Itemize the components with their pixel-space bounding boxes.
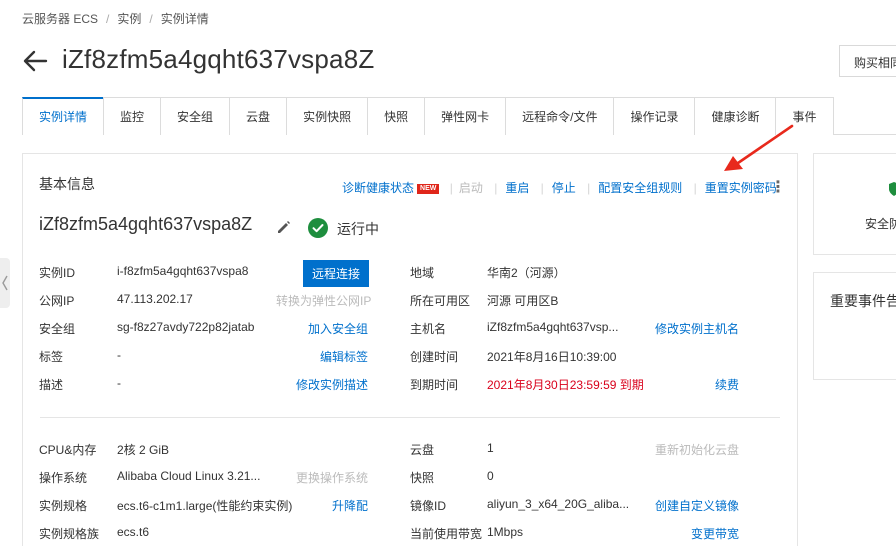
bandwidth-value: 1Mbps: [487, 525, 524, 539]
snapshot-value: 0: [487, 469, 494, 483]
action-separator: |: [587, 181, 591, 195]
tags-label: 标签: [39, 350, 64, 364]
renew-link[interactable]: 续费: [715, 376, 739, 393]
public-ip-value: 47.113.202.17: [117, 292, 193, 306]
breadcrumb: 云服务器 ECS / 实例 / 实例详情: [22, 10, 209, 27]
spec-family-label: 实例规格族: [39, 527, 100, 541]
tab-instance-snapshots[interactable]: 实例快照: [286, 97, 369, 135]
diagnose-health-link[interactable]: 诊断健康状态: [342, 181, 414, 195]
hostname-label: 主机名: [410, 322, 447, 336]
action-separator: |: [540, 181, 544, 195]
reinit-disk-link: 重新初始化云盘: [655, 443, 740, 457]
breadcrumb-separator: /: [106, 12, 110, 26]
back-arrow-icon[interactable]: [22, 48, 48, 74]
tab-monitoring[interactable]: 监控: [103, 97, 162, 135]
public-ip-label: 公网IP: [39, 294, 75, 308]
remote-connect-button[interactable]: 远程连接: [303, 260, 370, 287]
upgrade-downgrade-link[interactable]: 升降配: [332, 497, 368, 514]
reset-password-link[interactable]: 重置实例密码: [705, 181, 777, 195]
tab-eni[interactable]: 弹性网卡: [424, 97, 507, 135]
new-badge: NEW: [417, 184, 440, 194]
page-title: iZf8zfm5a4gqht637vspa8Z: [62, 44, 375, 74]
region-value: 华南2（河源）: [487, 266, 566, 280]
region-label: 地域: [410, 266, 435, 280]
zone-label: 所在可用区: [410, 294, 471, 308]
instance-id-label: 实例ID: [39, 266, 76, 280]
create-image-link[interactable]: 创建自定义镜像: [655, 497, 739, 514]
hostname-value: iZf8zfm5a4gqht637vsp...: [487, 320, 619, 334]
join-security-group-link[interactable]: 加入安全组: [308, 320, 368, 337]
image-id-label: 镜像ID: [410, 499, 447, 513]
edit-hostname-link[interactable]: 修改实例主机名: [655, 320, 739, 337]
tab-instance-details[interactable]: 实例详情: [22, 97, 105, 135]
action-bar: 诊断健康状态 NEW | 启动 | 重启 | 停止 | 配置安全组规则 | 重置实例密码: [342, 179, 777, 196]
stop-link[interactable]: 停止: [552, 181, 576, 195]
instance-spec-label: 实例规格: [39, 499, 88, 513]
description-label: 描述: [39, 378, 64, 392]
chevron-left-icon: [2, 275, 8, 291]
cpu-memory-value: 2核 2 GiB: [117, 443, 170, 457]
tab-security-groups[interactable]: 安全组: [160, 97, 231, 135]
action-separator: |: [494, 181, 498, 195]
status-text: 运行中: [337, 221, 379, 237]
instance-spec-value: ecs.t6-c1m1.large(性能约束实例): [117, 499, 293, 513]
edit-pencil-icon[interactable]: [276, 219, 292, 235]
instance-name: iZf8zfm5a4gqht637vspa8Z: [39, 214, 253, 234]
buy-same-button[interactable]: 购买相同: [839, 45, 896, 77]
zone-value: 河源 可用区B: [487, 294, 559, 308]
tab-snapshots[interactable]: 快照: [367, 97, 426, 135]
created-time-value: 2021年8月16日10:39:00: [487, 350, 617, 364]
snapshot-label: 快照: [410, 471, 435, 485]
convert-eip-link: 转换为弹性公网IP: [276, 294, 372, 308]
start-link: 启动: [458, 181, 483, 195]
action-separator: |: [693, 181, 697, 195]
security-side-card-label: 安全防: [865, 217, 896, 231]
image-id-value: aliyun_3_x64_20G_aliba...: [487, 497, 630, 511]
change-bandwidth-link[interactable]: 变更带宽: [691, 525, 739, 542]
disk-label: 云盘: [410, 443, 435, 457]
change-os-link: 更换操作系统: [296, 471, 369, 485]
security-group-label: 安全组: [39, 322, 76, 336]
edit-description-link[interactable]: 修改实例描述: [296, 376, 368, 393]
tags-value: -: [117, 348, 121, 362]
bandwidth-label: 当前使用带宽: [410, 527, 483, 541]
expire-time-label: 到期时间: [410, 378, 459, 392]
more-actions-icon[interactable]: ⋮: [770, 177, 786, 197]
events-side-card-title: 重要事件告: [830, 293, 896, 309]
edit-tags-link[interactable]: 编辑标签: [320, 348, 368, 365]
description-value: -: [117, 376, 121, 390]
breadcrumb-ecs[interactable]: 云服务器 ECS: [22, 12, 98, 26]
instance-id-value: i-f8zfm5a4gqht637vspa8: [117, 264, 249, 278]
running-status-icon: [308, 218, 328, 238]
sidebar-collapse-handle[interactable]: [0, 258, 10, 308]
action-separator: |: [449, 181, 453, 195]
breadcrumb-separator: /: [149, 12, 153, 26]
basic-info-title: 基本信息: [39, 176, 95, 192]
section-divider: [40, 417, 780, 418]
tab-remote-commands[interactable]: 远程命令/文件: [505, 97, 615, 135]
breadcrumb-current: 实例详情: [160, 12, 209, 26]
os-value: Alibaba Cloud Linux 3.21...: [117, 469, 261, 483]
configure-sg-rules-link[interactable]: 配置安全组规则: [598, 181, 682, 195]
shield-icon: [889, 182, 896, 196]
spec-family-value: ecs.t6: [117, 525, 150, 539]
cpu-memory-label: CPU&内存: [39, 443, 97, 457]
disk-value: 1: [487, 441, 494, 455]
restart-link[interactable]: 重启: [505, 181, 529, 195]
security-side-card: 安全防: [813, 153, 896, 255]
tab-disks[interactable]: 云盘: [229, 97, 288, 135]
breadcrumb-instances[interactable]: 实例: [117, 12, 141, 26]
events-side-card: 重要事件告: [813, 272, 896, 380]
created-time-label: 创建时间: [410, 350, 459, 364]
annotation-arrow-icon: [724, 124, 794, 171]
os-label: 操作系统: [39, 471, 88, 485]
security-group-value: sg-f8z27avdy722p82jatab: [117, 320, 255, 334]
tab-operation-logs[interactable]: 操作记录: [613, 97, 696, 135]
expire-time-value: 2021年8月30日23:59:59 到期: [487, 378, 644, 392]
